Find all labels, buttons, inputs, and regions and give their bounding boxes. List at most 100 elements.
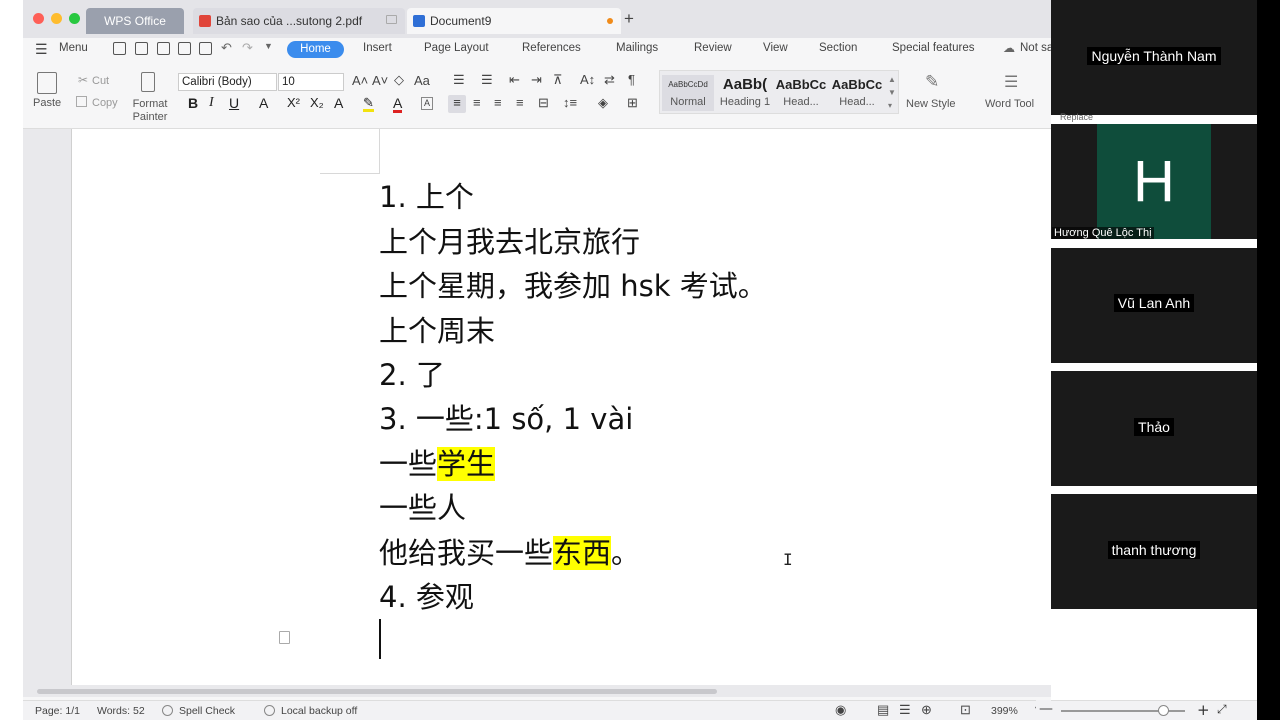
fullscreen-icon[interactable]: ⤢ [1217, 702, 1227, 717]
tab-insert[interactable]: Insert [363, 42, 392, 54]
chinese-layout-icon[interactable]: ⊼ [553, 72, 563, 88]
style-sample: AaBbCcDd [668, 80, 708, 89]
fit-page-icon[interactable]: ⊡ [960, 702, 971, 718]
align-right-icon[interactable]: ≡ [494, 95, 502, 110]
cut-button[interactable]: Cut [92, 75, 109, 87]
minimize-window-button[interactable] [51, 13, 62, 24]
tab-section[interactable]: Section [819, 42, 857, 54]
tab-pdf-document[interactable]: Bản sao của ...sutong 2.pdf [193, 8, 405, 34]
page-view-icon[interactable]: ▤ [877, 702, 889, 718]
tab-special-features[interactable]: Special features [892, 42, 974, 54]
format-painter-button[interactable]: Format Painter [130, 98, 170, 124]
zoom-out-icon[interactable]: — [1039, 701, 1053, 717]
replace-button[interactable]: Replace [1060, 112, 1093, 122]
spell-check-button[interactable]: Spell Check [179, 705, 235, 717]
shading-icon[interactable]: ◈ [598, 95, 608, 111]
tab-page-layout[interactable]: Page Layout [424, 42, 489, 54]
participant-tile[interactable]: H Hương Quê Lộc Thị [1051, 124, 1257, 239]
justify-icon[interactable]: ≡ [516, 95, 524, 110]
line-spacing-icon[interactable]: ↕≡ [563, 95, 577, 110]
highlight-icon[interactable]: ✎ [363, 95, 374, 112]
font-name-select[interactable]: Calibri (Body) [178, 73, 277, 91]
undo-icon[interactable]: ↶ [221, 40, 232, 56]
open-folder-icon[interactable] [113, 42, 126, 55]
align-left-icon[interactable]: ≡ [448, 95, 466, 113]
participant-tile[interactable]: Nguyễn Thành Nam [1051, 0, 1257, 115]
redo-icon[interactable]: ↷ [242, 40, 253, 56]
style-heading-2[interactable]: AaBbCc Head... [773, 75, 829, 108]
print-icon[interactable] [178, 42, 191, 55]
char-shading-icon[interactable]: A [421, 97, 433, 110]
grow-font-icon[interactable]: A˄ [352, 73, 368, 88]
subscript-icon[interactable]: X₂ [310, 95, 324, 110]
bullets-icon[interactable]: ☰ [453, 72, 465, 88]
menu-button[interactable]: Menu [59, 42, 88, 54]
font-size-select[interactable]: 10 [278, 73, 344, 91]
underline-icon[interactable]: U [229, 95, 239, 111]
increase-indent-icon[interactable]: ⇥ [531, 72, 542, 88]
italic-icon[interactable]: I [209, 95, 214, 111]
shrink-font-icon[interactable]: A˅ [372, 73, 388, 88]
sort-icon[interactable]: A↕ [580, 72, 595, 87]
zoom-slider-knob[interactable] [1157, 705, 1169, 716]
styles-scroll-icon[interactable]: ▲ ▼ ▾ [888, 73, 896, 112]
font-color-icon[interactable]: A [393, 95, 403, 113]
style-heading-3[interactable]: AaBbCc Head... [829, 75, 885, 108]
style-heading-1[interactable]: AaBb( Heading 1 [717, 75, 773, 108]
print-preview-icon[interactable] [199, 42, 212, 55]
numbering-icon[interactable]: ☰ [481, 72, 493, 88]
not-saved-status[interactable]: Not sa [1020, 42, 1051, 54]
participant-name: Nguyễn Thành Nam [1087, 47, 1221, 65]
export-pdf-icon[interactable] [157, 42, 170, 55]
outline-view-icon[interactable]: ☰ [899, 702, 911, 718]
quick-access-dropdown-icon[interactable]: ▼ [264, 41, 273, 51]
tab-view[interactable]: View [763, 42, 788, 54]
borders-icon[interactable]: ⊞ [627, 95, 638, 111]
eye-protection-icon[interactable]: ◉ [835, 702, 846, 718]
participant-tile[interactable]: Thảo [1051, 371, 1257, 486]
cloud-icon[interactable]: ☁ [1003, 41, 1015, 55]
zoom-level[interactable]: 399% [991, 705, 1018, 717]
show-marks-icon[interactable]: ¶ [628, 72, 635, 87]
copy-button[interactable]: Copy [92, 97, 118, 109]
new-style-button[interactable]: New Style [906, 98, 956, 110]
strikethrough-icon[interactable]: A [259, 95, 268, 111]
tile-gap [1051, 239, 1257, 248]
superscript-icon[interactable]: X² [287, 95, 300, 110]
web-view-icon[interactable]: ⊕ [921, 702, 932, 718]
tab-document9[interactable]: Document9 [407, 8, 621, 34]
new-tab-icon[interactable]: + [624, 9, 634, 29]
word-count[interactable]: Words: 52 [97, 705, 145, 717]
tab-review[interactable]: Review [694, 42, 732, 54]
horizontal-scrollbar[interactable] [23, 685, 1051, 697]
save-icon[interactable] [135, 42, 148, 55]
page-count[interactable]: Page: 1/1 [35, 705, 80, 717]
word-tool-button[interactable]: Word Tool [985, 98, 1034, 110]
text-effects-icon[interactable]: A [334, 95, 343, 111]
local-backup-status[interactable]: Local backup off [281, 705, 357, 717]
align-center-icon[interactable]: ≡ [473, 95, 481, 110]
hamburger-icon[interactable]: ☰ [35, 41, 48, 58]
participant-tile[interactable]: Vũ Lan Anh [1051, 248, 1257, 363]
doc-text-run: 他给我买一些 [379, 536, 554, 570]
paste-button[interactable]: Paste [33, 97, 61, 109]
style-normal[interactable]: AaBbCcDd Normal [662, 75, 714, 111]
decrease-indent-icon[interactable]: ⇤ [509, 72, 520, 88]
doc-line: 1. 上个 [379, 180, 474, 214]
text-direction-icon[interactable]: ⇄ [604, 72, 615, 88]
bold-icon[interactable]: B [188, 95, 198, 111]
tab-references[interactable]: References [522, 42, 581, 54]
document-side-icon[interactable] [279, 631, 290, 644]
paste-icon[interactable] [37, 72, 57, 94]
maximize-window-button[interactable] [69, 13, 80, 24]
tab-mailings[interactable]: Mailings [616, 42, 658, 54]
zoom-in-icon[interactable]: + [1197, 701, 1210, 719]
clear-format-icon[interactable]: ◇ [394, 72, 404, 88]
participant-tile[interactable]: thanh thương [1051, 494, 1257, 609]
close-window-button[interactable] [33, 13, 44, 24]
scrollbar-thumb[interactable] [37, 689, 717, 694]
change-case-icon[interactable]: Aa [414, 73, 430, 88]
tab-home[interactable]: Home [287, 41, 344, 58]
tab-wps-office[interactable]: WPS Office [86, 8, 184, 34]
distributed-icon[interactable]: ⊟ [538, 95, 549, 111]
